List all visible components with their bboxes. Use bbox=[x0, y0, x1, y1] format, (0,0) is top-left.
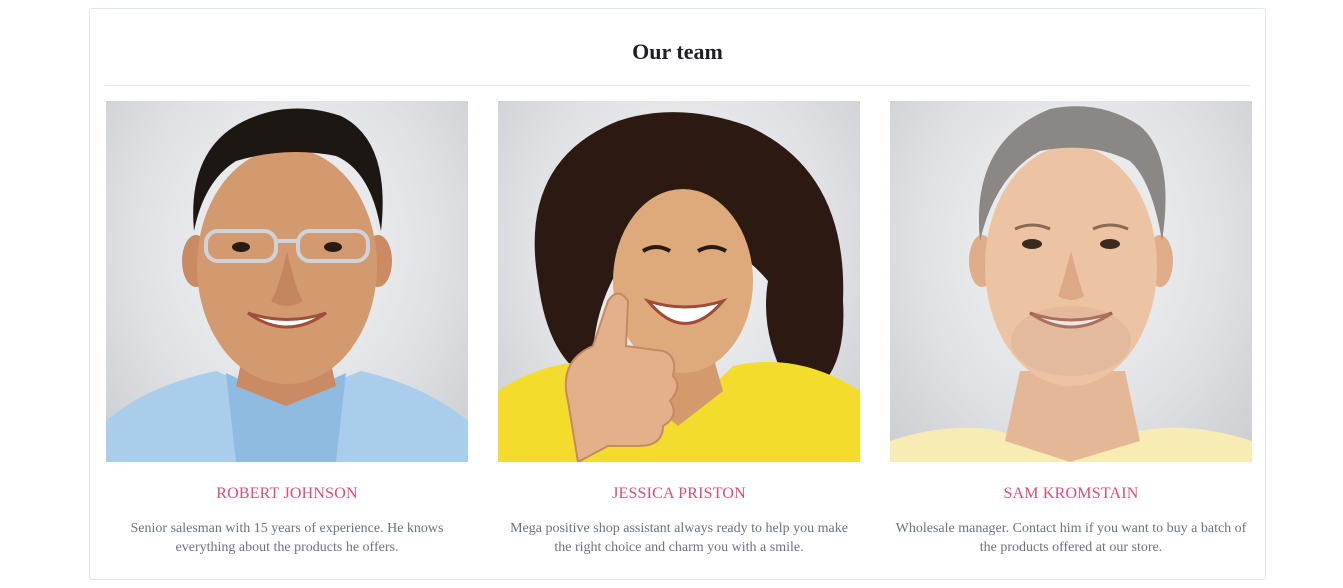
member-name[interactable]: ROBERT JOHNSON bbox=[106, 484, 468, 504]
member-bio: Senior salesman with 15 years of experie… bbox=[130, 521, 444, 555]
team-member-card: JESSICA PRISTON Mega positive shop assis… bbox=[498, 101, 860, 561]
member-photo-sam-kromstain[interactable] bbox=[890, 101, 1252, 462]
member-name[interactable]: JESSICA PRISTON bbox=[498, 484, 860, 504]
title-divider bbox=[105, 85, 1250, 86]
team-members-list: ROBERT JOHNSON Senior salesman with 15 y… bbox=[106, 101, 1252, 561]
member-photo-jessica-priston[interactable] bbox=[498, 101, 860, 462]
portrait-man-grey-hair-icon bbox=[890, 106, 1252, 462]
portrait-woman-thumbs-up-icon bbox=[498, 112, 860, 462]
team-member-card: ROBERT JOHNSON Senior salesman with 15 y… bbox=[106, 101, 468, 561]
member-bio: Wholesale manager. Contact him if you wa… bbox=[895, 521, 1247, 555]
member-name[interactable]: SAM KROMSTAIN bbox=[890, 484, 1252, 504]
section-title: Our team bbox=[632, 39, 723, 64]
member-bio: Mega positive shop assistant always read… bbox=[510, 521, 848, 555]
member-photo-robert-johnson[interactable] bbox=[106, 101, 468, 462]
team-panel: Our team ROBERT JOHNSON Senior salesman … bbox=[89, 8, 1266, 580]
team-member-card: SAM KROMSTAIN Wholesale manager. Contact… bbox=[890, 101, 1252, 561]
portrait-man-glasses-icon bbox=[106, 108, 468, 462]
